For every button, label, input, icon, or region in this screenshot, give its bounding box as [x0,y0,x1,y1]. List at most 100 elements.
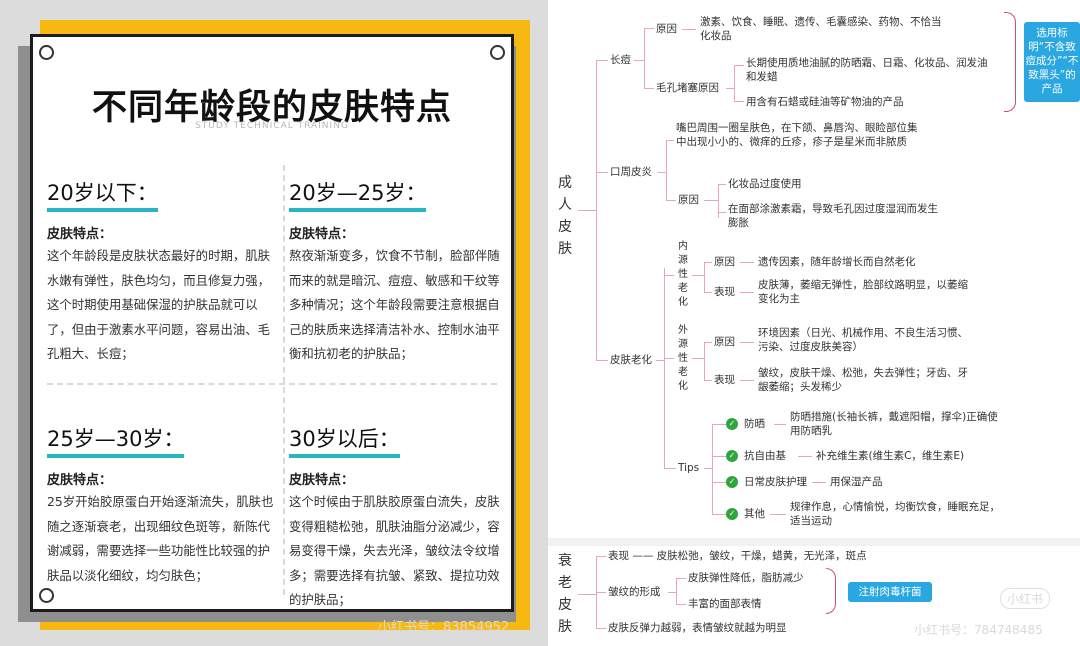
branch-line [704,200,718,202]
branch-line [668,592,676,594]
branch-line [704,342,706,380]
branch-line [712,424,726,426]
extrinsic-sign-text: 皱纹，皮肤干燥、松弛，失去弹性；牙齿、牙龈萎缩；头发稀少 [758,367,968,393]
branch-line [740,262,754,264]
branch-line [740,292,754,294]
section-heading: 30岁以后： [289,423,400,458]
wrinkle-cause-2: 丰富的面部表情 [688,598,762,610]
node-acne-cause: 原因 [656,23,677,35]
branch-line [726,88,734,90]
watermark-brand: 小红书 [1000,588,1051,609]
tip-text: 用保湿产品 [830,476,883,488]
branch-line [740,342,754,344]
pore-cause-1: 长期使用质地油腻的防晒霜、日霜、化妆品、润发油和发蜡 [746,57,988,83]
branch-line [704,342,712,344]
intrinsic-sign-text: 皮肤薄，萎缩无弹性，脸部纹路明显，以萎缩变化为主 [758,279,968,305]
branch-line [798,456,812,458]
branch-line [656,360,664,362]
tip-name: 日常皮肤护理 [744,476,807,488]
node-intrinsic-sign: 表现 [714,286,735,298]
tip-text: 补充维生素(维生素C，维生素E) [816,450,965,462]
section-separator [548,538,1080,546]
treatment-box: 注射肉毒杆菌 [848,582,932,602]
intrinsic-cause-text: 遗传因素，随年龄增长而自然老化 [758,256,916,268]
acne-cause-text: 激素、饮食、睡眠、遗传、毛囊感染、药物、不恰当化妆品 [700,16,942,42]
branch-line [734,101,744,103]
tip-text: 规律作息，心情愉悦，均衡饮食，睡眠充足，适当运动 [790,501,1000,527]
branch-line [712,424,714,514]
node-skin-aging: 皮肤老化 [610,354,652,366]
info-card: 不同年龄段的皮肤特点 STUDY TECHNICAL TRAINING 20岁以… [30,34,514,612]
section-text: 这个年龄段是皮肤状态最好的时期，肌肤水嫩有弹性，肤色均匀，而且修复力强，这个时期… [47,248,271,361]
horizontal-divider [47,383,497,385]
extrinsic-cause-text: 环境因素（日光、机械作用、不良生活习惯、污染、过度皮肤美容） [758,327,968,353]
branch-line [644,28,646,88]
branch-line [644,28,654,30]
left-infographic: 不同年龄段的皮肤特点 STUDY TECHNICAL TRAINING 20岁以… [0,0,548,646]
perioral-cause-1: 化妆品过度使用 [728,178,802,190]
branch-line [718,184,726,186]
node-pore-cause: 毛孔堵塞原因 [656,82,719,94]
node-acne: 长痘 [610,54,631,66]
perioral-desc: 嘴巴周围一圈呈肤色，在下颌、鼻唇沟、眼睑部位集中出现小小的、微痒的丘疹，疹子是星… [676,122,918,148]
node-wrinkle-formation: 皱纹的形成 [608,586,661,598]
branch-line [596,172,608,174]
section-text: 25岁开始胶原蛋白开始逐渐流失，肌肤也随之逐渐衰老，出现细纹色斑等，新陈代谢减弱… [47,494,274,583]
branch-line [666,200,676,202]
tip-name: 抗自由基 [744,450,786,462]
section-label: 皮肤特点： [289,473,355,488]
branch-line [712,514,726,516]
root-adult-skin: 成人皮肤 [558,175,572,257]
section-under-20: 20岁以下： 皮肤特点： 这个年龄段是皮肤状态最好的时期，肌肤水嫩有弹性，肤色均… [47,177,275,367]
branch-line [774,424,786,426]
branch-line [718,212,726,214]
check-icon: ✓ [726,508,738,520]
section-text: 这个时候由于肌肤胶原蛋白流失，皮肤变得粗糙松弛，肌肤油脂分泌减少，容易变得干燥，… [289,494,500,607]
branch-line [578,210,596,212]
branch-line [692,358,704,360]
branch-line [692,275,704,277]
curly-brace [1004,12,1016,112]
branch-line [704,468,712,470]
aged-last: 皮肤反弹力越弱，表情皱纹就越为明显 [608,622,787,634]
node-extrinsic-cause: 原因 [714,336,735,348]
pin-dot-icon [490,45,505,60]
branch-line [704,380,712,382]
node-extrinsic-sign: 表现 [714,374,735,386]
page-subtitle: STUDY TECHNICAL TRAINING [195,121,349,131]
branch-line [740,380,754,382]
branch-line [596,360,608,362]
node-perioral-cause: 原因 [678,194,699,206]
tip-text: 防晒措施(长袖长裤，戴遮阳帽，撑伞)正确使用防晒乳 [790,411,998,437]
section-text: 熬夜渐渐变多，饮食不节制，脸部伴随而来的就是暗沉、痘痘、敏感和干纹等多种情况；这… [289,248,500,361]
vertical-divider [283,165,285,595]
node-intrinsic-cause: 原因 [714,256,735,268]
branch-line [704,262,706,292]
branch-line [734,65,744,67]
branch-line [634,60,644,62]
mind-map: 成人皮肤 长痘 原因 激素、饮食、睡眠、遗传、毛囊感染、药物、不恰当化妆品 毛孔… [548,0,1080,646]
branch-line [666,140,674,142]
branch-line [682,29,696,31]
perioral-cause-2: 在面部涂激素霜，导致毛孔因过度湿润而发生膨胀 [728,203,938,229]
tip-name: 防晒 [744,418,765,430]
branch-line [704,292,712,294]
section-heading: 20岁以下： [47,177,158,212]
branch-line [596,592,606,594]
check-icon: ✓ [726,418,738,430]
watermark: 小红书号：784748485 [914,623,1043,637]
section-heading: 25岁—30岁： [47,423,185,458]
branch-line [704,262,712,264]
branch-line [676,578,678,604]
node-extrinsic-aging: 外源性老化 [678,325,688,392]
branch-line [676,578,686,580]
check-icon: ✓ [726,450,738,462]
branch-line [664,268,666,468]
branch-line [712,456,726,458]
node-perioral-dermatitis: 口周皮炎 [610,166,652,178]
branch-line [596,628,606,630]
branch-line [770,514,786,516]
branch-line [666,140,668,200]
pin-dot-icon [39,588,54,603]
node-intrinsic-aging: 内源性老化 [678,241,688,308]
